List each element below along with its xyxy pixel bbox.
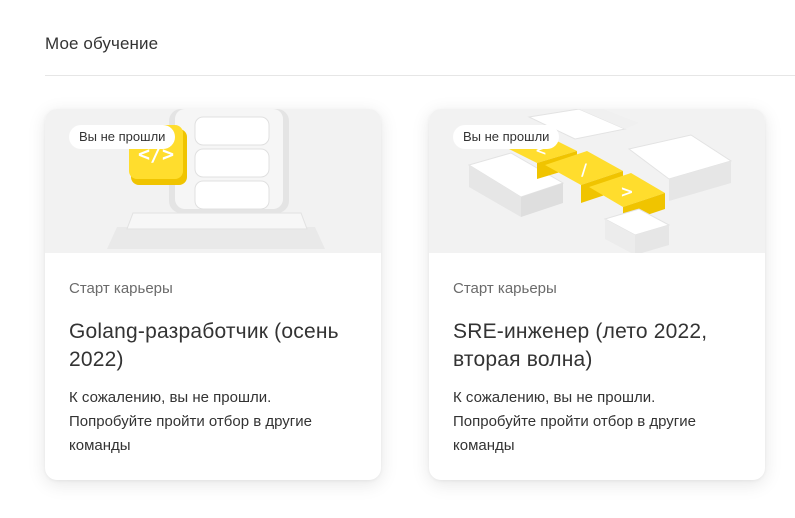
course-category: Старт карьеры xyxy=(69,280,173,297)
description-line: К сожалению, вы не прошли. xyxy=(453,389,656,406)
course-card-sre[interactable]: < / > Вы не прошли Старт карьеры SRE-инж… xyxy=(429,109,765,480)
svg-text:>: > xyxy=(620,182,633,201)
svg-text:/: / xyxy=(581,160,587,179)
description-line: Попробуйте пройти отбор в другие команды xyxy=(453,413,696,454)
section-title: Мое обучение xyxy=(45,34,159,53)
course-card-body: Старт карьеры SRE-инженер (лето 2022, вт… xyxy=(429,253,765,458)
course-card-body: Старт карьеры Golang-разработчик (осень … xyxy=(45,253,381,458)
course-card-golang[interactable]: </> Вы не прошли Старт карьеры Golang-ра… xyxy=(45,109,381,480)
course-card-image: < / > Вы не прошли xyxy=(429,109,765,253)
status-badge: Вы не прошли xyxy=(69,125,176,149)
status-badge: Вы не прошли xyxy=(453,125,560,149)
my-learning-page: Мое обучение </> Вы не прошли Старт карь… xyxy=(0,0,795,518)
course-title[interactable]: SRE-инженер (лето 2022, вторая волна) xyxy=(453,318,741,374)
course-status-description: К сожалению, вы не прошли. Попробуйте пр… xyxy=(453,386,741,458)
description-line: К сожалению, вы не прошли. xyxy=(69,389,272,406)
section-divider xyxy=(45,75,795,76)
course-status-description: К сожалению, вы не прошли. Попробуйте пр… xyxy=(69,386,357,458)
course-category: Старт карьеры xyxy=(453,280,557,297)
description-line: Попробуйте пройти отбор в другие команды xyxy=(69,413,312,454)
course-title[interactable]: Golang-разработчик (осень 2022) xyxy=(69,318,357,374)
course-card-image: </> Вы не прошли xyxy=(45,109,381,253)
